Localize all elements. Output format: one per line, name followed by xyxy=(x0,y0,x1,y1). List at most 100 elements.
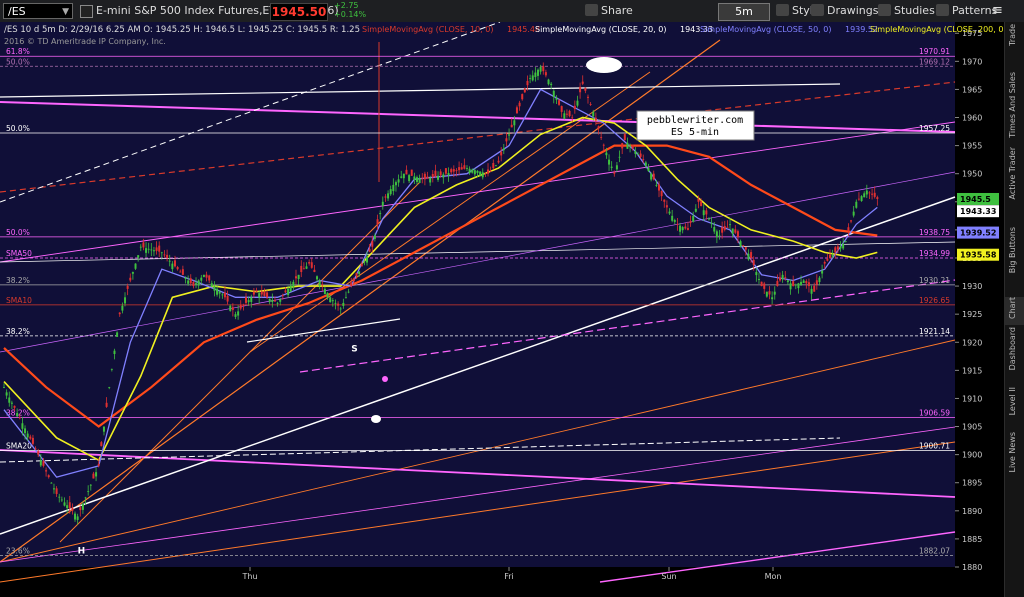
annotation-line-1: pebblewriter.com xyxy=(647,115,743,126)
candle-body xyxy=(581,81,584,84)
candle-body xyxy=(831,255,834,257)
y-tick-label: 1905 xyxy=(962,423,982,432)
candle-body xyxy=(471,169,474,173)
candle-body xyxy=(531,75,534,81)
candle-body xyxy=(192,281,195,287)
candle-body xyxy=(784,277,787,278)
candle-body xyxy=(447,172,450,176)
candle-body xyxy=(813,285,816,292)
candle-body xyxy=(197,280,200,286)
share-button[interactable]: Share xyxy=(585,3,633,19)
studies-button[interactable]: Studies xyxy=(878,3,935,19)
fib-right-label: 1926.65 xyxy=(919,296,950,305)
candle-body xyxy=(850,220,853,222)
candle-body xyxy=(734,229,737,233)
candle-body xyxy=(857,198,860,200)
candle-body xyxy=(384,196,387,198)
y-tick-label: 1950 xyxy=(962,170,982,179)
candle-body xyxy=(5,392,8,396)
sidebar-tab-chart[interactable]: Chart xyxy=(1005,297,1024,325)
quote-details-icon[interactable] xyxy=(80,5,93,18)
candle-body xyxy=(52,488,55,490)
sidebar-tab-big-buttons[interactable]: Big Buttons xyxy=(1005,227,1024,292)
candle-body xyxy=(294,276,297,279)
candle-body xyxy=(355,273,358,277)
candle-body xyxy=(689,221,692,223)
candle-body xyxy=(281,295,284,296)
candle-body xyxy=(768,291,771,295)
candle-body xyxy=(273,300,276,302)
candle-body xyxy=(47,475,50,478)
candle-body xyxy=(113,350,116,355)
patterns-icon xyxy=(936,4,949,16)
fib-right-label: 1921.14 xyxy=(919,327,950,336)
pattern-label: S xyxy=(351,344,357,354)
fib-right-label: 1906.59 xyxy=(919,409,950,418)
y-tick-label: 1895 xyxy=(962,479,982,488)
candle-body xyxy=(650,173,653,180)
candle-body xyxy=(534,72,537,78)
candle-body xyxy=(757,279,760,280)
y-tick-label: 1880 xyxy=(962,563,982,572)
candle-body xyxy=(350,282,353,287)
candle-body xyxy=(260,291,263,295)
candle-body xyxy=(779,277,782,281)
candle-body xyxy=(615,165,618,170)
symbol-selector[interactable]: /ES ▼ xyxy=(3,3,73,19)
candle-body xyxy=(152,250,155,252)
candle-body xyxy=(276,302,279,304)
change-pct: +0.14% xyxy=(334,10,367,19)
candle-body xyxy=(597,126,600,129)
candle-body xyxy=(121,305,124,311)
timeframe-selector[interactable]: 5m xyxy=(718,3,770,21)
sidebar-tab-level-ii[interactable]: Level II xyxy=(1005,387,1024,427)
candle-body xyxy=(302,268,305,270)
price-tag-label: 1943.33 xyxy=(960,207,996,216)
candle-body xyxy=(97,463,100,466)
sidebar-tab-label: Trade xyxy=(1008,24,1017,46)
share-label: Share xyxy=(601,4,633,17)
candle-body xyxy=(131,272,134,274)
sidebar-tab-live-news[interactable]: Live News xyxy=(1005,432,1024,477)
candle-body xyxy=(789,283,792,290)
fib-right-label: 1970.91 xyxy=(919,47,950,56)
patterns-button[interactable]: Patterns xyxy=(936,3,997,19)
candle-body xyxy=(289,285,292,292)
candle-body xyxy=(124,297,127,304)
candle-body xyxy=(705,210,708,215)
sidebar-tab-times-and-sales[interactable]: Times And Sales xyxy=(1005,72,1024,142)
sidebar-tab-trade[interactable]: Trade xyxy=(1005,24,1024,64)
candle-body xyxy=(481,172,484,178)
candle-body xyxy=(450,169,453,173)
drawings-button[interactable]: Drawings xyxy=(811,3,878,19)
candle-body xyxy=(234,314,237,317)
study-label: SimpleMovingAvg (CLOSE, 20, 0) xyxy=(535,25,666,34)
candle-body xyxy=(763,283,766,289)
price-change: +2.75 +0.14% xyxy=(334,1,366,19)
candle-body xyxy=(373,235,376,239)
candle-body xyxy=(287,288,290,296)
price-chart[interactable]: 61.8% 1970.91 50.0% 1969.12 50.0% 1957.25 50.0… xyxy=(0,22,1004,597)
y-tick-label: 1925 xyxy=(962,310,982,319)
sidebar-tab-dashboard[interactable]: Dashboard xyxy=(1005,327,1024,382)
menu-icon[interactable]: ≡ xyxy=(992,3,1003,19)
candle-body xyxy=(110,368,113,370)
candle-body xyxy=(700,201,703,207)
candle-body xyxy=(694,208,697,212)
candle-body xyxy=(473,170,476,175)
candle-body xyxy=(502,148,505,151)
candle-body xyxy=(37,451,40,455)
candle-body xyxy=(63,502,66,506)
candle-body xyxy=(455,170,458,171)
candle-body xyxy=(681,227,684,231)
candle-body xyxy=(876,197,879,199)
candle-body xyxy=(747,253,750,260)
candle-body xyxy=(563,113,566,119)
sidebar-tab-active-trader[interactable]: Active Trader xyxy=(1005,147,1024,222)
candle-body xyxy=(13,405,16,408)
sidebar-tab-label: Level II xyxy=(1008,387,1017,416)
candle-body xyxy=(781,274,784,280)
sidebar-tab-label: Live News xyxy=(1008,432,1017,473)
candle-body xyxy=(237,311,240,316)
candle-body xyxy=(668,211,671,214)
